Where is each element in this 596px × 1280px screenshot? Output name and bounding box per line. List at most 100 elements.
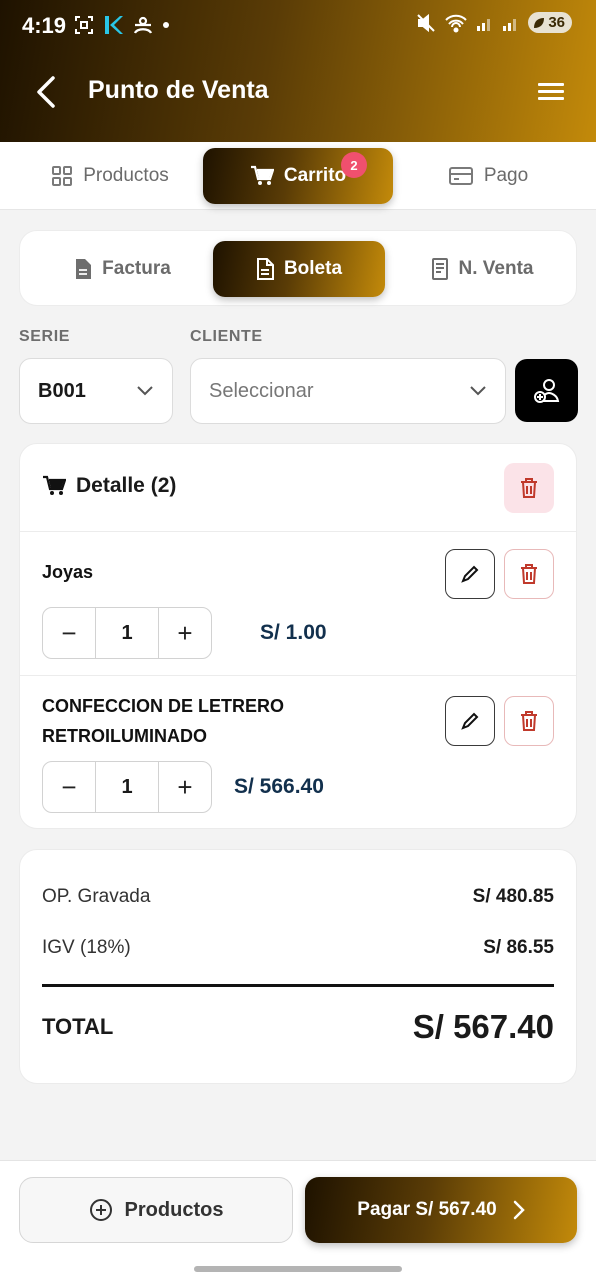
gravada-row: OP. Gravada S/ 480.85 [42,886,554,908]
detail-title: Detalle (2) [42,474,176,498]
main-tabs: Productos Carrito 2 Pago [0,142,596,210]
chevron-right-icon [513,1200,525,1220]
item-price: S/ 1.00 [260,621,327,644]
total-value: S/ 567.40 [412,1008,554,1045]
note-icon [431,258,448,280]
trash-icon [521,478,537,498]
detail-title-text: Detalle (2) [76,474,177,497]
add-products-button[interactable]: Productos [19,1177,293,1243]
cart-icon [250,165,274,185]
edit-item-button[interactable] [445,549,495,599]
add-user-icon [533,378,559,403]
document-outline-icon [256,258,274,280]
cart-count-badge: 2 [341,152,367,178]
app-x-icon [133,16,153,34]
chevron-down-icon [470,386,486,396]
status-time: 4:19 [22,13,67,38]
decrement-button[interactable]: − [43,608,95,658]
quantity-value[interactable]: 1 [95,762,159,812]
add-products-label: Productos [124,1198,224,1221]
edit-item-button[interactable] [445,696,495,746]
item-name: Joyas [42,562,94,582]
serie-select[interactable]: B001 [19,358,173,424]
home-indicator[interactable] [194,1266,402,1272]
detail-header: Detalle (2) [20,444,576,532]
cliente-placeholder: Seleccionar [209,379,314,402]
bottom-action-bar: Productos Pagar S/ 567.40 [0,1160,596,1280]
cart-detail-card: Detalle (2) Joyas − 1 + S/ 1.00 CONFECCI… [19,443,577,829]
signal-2-icon [503,18,517,31]
add-client-button[interactable] [515,359,578,422]
doc-type-label: Factura [102,258,171,279]
total-label: TOTAL [42,1014,114,1039]
total-row: TOTAL S/ 567.40 [42,1008,554,1046]
menu-button[interactable] [536,76,566,106]
signal-icon [477,18,491,31]
quantity-value[interactable]: 1 [95,608,159,658]
status-system-icons: 36 [416,12,572,33]
cliente-select[interactable]: Seleccionar [190,358,506,424]
cliente-label: CLIENTE [190,328,263,345]
doc-type-boleta[interactable]: Boleta [213,241,385,297]
totals-card: OP. Gravada S/ 480.85 IGV (18%) S/ 86.55… [19,849,577,1084]
pay-button[interactable]: Pagar S/ 567.40 [305,1177,577,1243]
status-notification-icons [74,14,170,36]
increment-button[interactable]: + [159,762,211,812]
document-type-selector: Factura Boleta N. Venta [19,230,577,306]
chevron-down-icon [137,386,153,396]
screenshot-icon [75,16,93,34]
delete-item-button[interactable] [504,696,554,746]
trash-icon [521,564,537,584]
pay-label: Pagar S/ 567.40 [357,1199,497,1220]
tab-carrito[interactable]: Carrito 2 [203,148,393,204]
app-header: 4:19 36 Punto de Venta [0,0,596,142]
page-title: Punto de Venta [88,76,269,104]
mute-icon [417,13,436,32]
document-filled-icon [76,259,92,279]
delete-item-button[interactable] [504,549,554,599]
serie-value: B001 [38,379,86,402]
divider [42,984,554,987]
tab-productos[interactable]: Productos [20,148,200,204]
igv-label: IGV (18%) [42,937,131,958]
tab-label: Carrito [283,165,347,186]
item-name: CONFECCION DE LETRERO RETROILUMINADO [42,691,284,751]
doc-type-label: N. Venta [458,258,534,279]
leaf-icon [534,17,545,28]
gravada-label: OP. Gravada [42,886,151,907]
quantity-stepper: − 1 + [42,761,212,813]
cart-item: Joyas − 1 + S/ 1.00 [20,532,576,676]
igv-row: IGV (18%) S/ 86.55 [42,937,554,959]
tab-label: Pago [483,165,529,186]
tab-pago[interactable]: Pago [400,148,576,204]
clear-cart-button[interactable] [504,463,554,513]
app-k-icon [105,16,123,34]
igv-value: S/ 86.55 [483,937,554,958]
pencil-icon [461,712,479,730]
tab-label: Productos [83,165,169,186]
hamburger-icon [538,83,564,100]
doc-type-label: Boleta [283,258,343,279]
item-price: S/ 566.40 [234,775,324,798]
wifi-icon [445,14,468,32]
status-bar: 4:19 36 [0,0,596,52]
item-name-line: RETROILUMINADO [42,726,207,746]
card-icon [448,167,473,185]
back-button[interactable] [28,70,64,114]
gravada-value: S/ 480.85 [472,886,554,907]
battery-level: 36 [548,14,565,31]
decrement-button[interactable]: − [43,762,95,812]
cart-item: CONFECCION DE LETRERO RETROILUMINADO − 1… [20,676,576,830]
increment-button[interactable]: + [159,608,211,658]
doc-type-nota-venta[interactable]: N. Venta [392,241,572,297]
cart-icon [43,475,66,495]
doc-type-factura[interactable]: Factura [30,241,215,297]
battery-indicator: 36 [528,12,572,33]
quantity-stepper: − 1 + [42,607,212,659]
item-name-line: CONFECCION DE LETRERO [42,696,285,716]
trash-icon [521,711,537,731]
dot-icon [163,22,169,28]
serie-label: SERIE [19,328,71,345]
plus-circle-icon [89,1199,112,1221]
grid-icon [52,166,73,186]
